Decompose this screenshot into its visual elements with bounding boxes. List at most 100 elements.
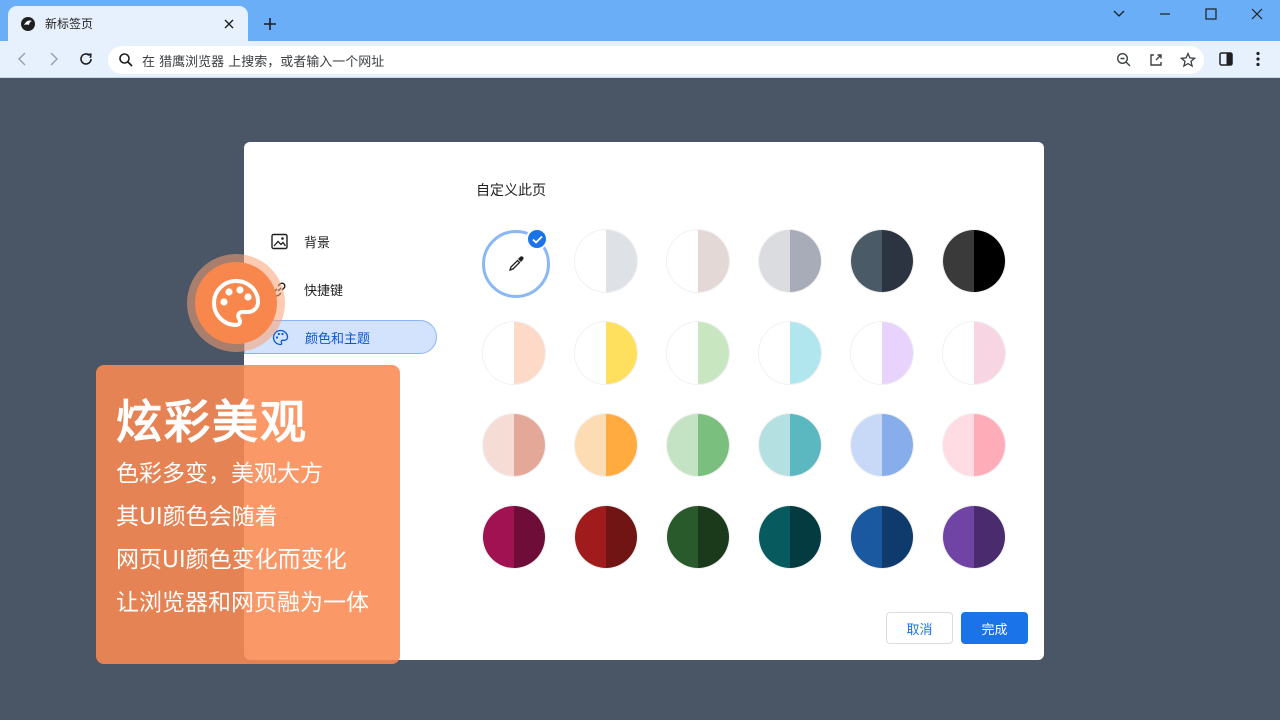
swatch-pink-light[interactable] xyxy=(942,321,1006,385)
swatch-half-right xyxy=(974,506,1005,568)
swatch-half-left xyxy=(943,230,974,292)
swatch-navy[interactable] xyxy=(850,505,914,569)
swatch-black[interactable] xyxy=(942,229,1006,293)
minimize-button[interactable] xyxy=(1142,0,1188,28)
swatch-purple[interactable] xyxy=(942,505,1006,569)
swatch-red[interactable] xyxy=(574,505,638,569)
done-button[interactable]: 完成 xyxy=(961,612,1028,644)
swatch-half-right xyxy=(882,506,913,568)
swatch-half-left xyxy=(851,414,882,476)
swatch-half-right xyxy=(790,506,821,568)
new-tab-button[interactable] xyxy=(258,12,282,36)
swatch-half-right xyxy=(974,230,1005,292)
promo-card: 炫彩美观 色彩多变，美观大方 其UI颜色会随着 网页UI颜色变化而变化 让浏览器… xyxy=(96,365,400,664)
swatch-green[interactable] xyxy=(666,413,730,477)
swatch-half-left xyxy=(483,322,514,384)
star-icon xyxy=(1180,52,1196,68)
swatch-crimson[interactable] xyxy=(482,505,546,569)
swatch-periwinkle[interactable] xyxy=(850,413,914,477)
title-bar: 新标签页 xyxy=(0,0,1280,41)
zoom-button[interactable] xyxy=(1108,46,1140,74)
swatch-peach-light[interactable] xyxy=(482,321,546,385)
swatch-half-left xyxy=(851,230,882,292)
chevron-down-icon xyxy=(1113,10,1125,17)
toolbar: 在 猎鹰浏览器 上搜索，或者输入一个网址 xyxy=(0,41,1280,78)
maximize-button[interactable] xyxy=(1188,0,1234,28)
swatch-half-right xyxy=(790,322,821,384)
bookmark-button[interactable] xyxy=(1172,46,1204,74)
swatch-half-left xyxy=(667,322,698,384)
swatch-half-right xyxy=(606,230,637,292)
tab-search-button[interactable] xyxy=(1096,0,1142,28)
swatch-cyan-light[interactable] xyxy=(758,321,822,385)
share-icon xyxy=(1150,54,1162,66)
close-window-button[interactable] xyxy=(1234,0,1280,28)
reload-button[interactable] xyxy=(72,45,100,73)
swatch-half-right xyxy=(698,414,729,476)
swatch-half-right xyxy=(790,230,821,292)
arrow-right-icon xyxy=(50,52,59,66)
forward-button[interactable] xyxy=(40,45,68,73)
swatch-half-right xyxy=(974,414,1005,476)
swatch-lavender[interactable] xyxy=(850,321,914,385)
swatch-half-left xyxy=(851,506,882,568)
swatch-half-right xyxy=(882,322,913,384)
share-button[interactable] xyxy=(1140,46,1172,74)
swatch-half-right xyxy=(974,322,1005,384)
promo-title: 炫彩美观 xyxy=(116,395,308,449)
swatch-half-right xyxy=(790,414,821,476)
swatch-half-right xyxy=(698,230,729,292)
swatch-half-left xyxy=(575,230,606,292)
plus-icon xyxy=(264,18,276,30)
swatch-half-right xyxy=(698,506,729,568)
swatch-green-light[interactable] xyxy=(666,321,730,385)
swatch-half-left xyxy=(483,414,514,476)
swatch-pink[interactable] xyxy=(942,413,1006,477)
promo-line: 让浏览器和网页融为一体 xyxy=(116,590,369,616)
swatch-orange[interactable] xyxy=(574,413,638,477)
swatch-half-left xyxy=(667,230,698,292)
swatch-cool-grey[interactable] xyxy=(758,229,822,293)
swatch-half-left xyxy=(943,414,974,476)
swatch-half-left xyxy=(943,506,974,568)
swatch-half-left xyxy=(851,322,882,384)
swatch-half-right xyxy=(606,414,637,476)
minimize-icon xyxy=(1160,13,1170,15)
cancel-button[interactable]: 取消 xyxy=(886,612,953,644)
swatch-half-right xyxy=(606,322,637,384)
promo-line: 其UI颜色会随着 xyxy=(116,504,278,530)
swatch-blue-grey[interactable] xyxy=(850,229,914,293)
swatch-half-left xyxy=(943,322,974,384)
swatch-default-light[interactable] xyxy=(574,229,638,293)
promo-palette-badge xyxy=(187,254,285,352)
close-icon xyxy=(1251,8,1263,20)
tab-title: 新标签页 xyxy=(45,17,94,31)
swatch-half-right xyxy=(514,322,545,384)
tab-new-tab[interactable]: 新标签页 xyxy=(8,6,248,41)
swatch-forest[interactable] xyxy=(666,505,730,569)
swatch-dark-teal[interactable] xyxy=(758,505,822,569)
swatch-half-left xyxy=(575,322,606,384)
eyedropper-icon xyxy=(508,256,524,272)
menu-button[interactable] xyxy=(1244,45,1272,73)
swatch-half-right xyxy=(514,414,545,476)
swatch-teal[interactable] xyxy=(758,413,822,477)
swatch-rose[interactable] xyxy=(482,413,546,477)
omnibox[interactable]: 在 猎鹰浏览器 上搜索，或者输入一个网址 xyxy=(108,46,1204,74)
nav-item-background[interactable]: 背景 xyxy=(244,224,437,258)
arrow-left-icon xyxy=(17,52,26,66)
side-panel-icon xyxy=(1219,52,1233,66)
falcon-logo-icon xyxy=(21,16,35,31)
swatch-warm-grey[interactable] xyxy=(666,229,730,293)
maximize-icon xyxy=(1205,8,1217,20)
palette-icon xyxy=(212,278,261,328)
back-button[interactable] xyxy=(8,45,36,73)
promo-line: 色彩多变，美观大方 xyxy=(116,461,323,487)
swatch-yellow[interactable] xyxy=(574,321,638,385)
side-panel-button[interactable] xyxy=(1212,45,1240,73)
tab-close-icon[interactable] xyxy=(220,15,238,33)
swatch-half-right xyxy=(882,414,913,476)
swatch-half-left xyxy=(575,414,606,476)
dialog-title: 自定义此页 xyxy=(476,183,546,199)
image-icon xyxy=(270,232,288,250)
